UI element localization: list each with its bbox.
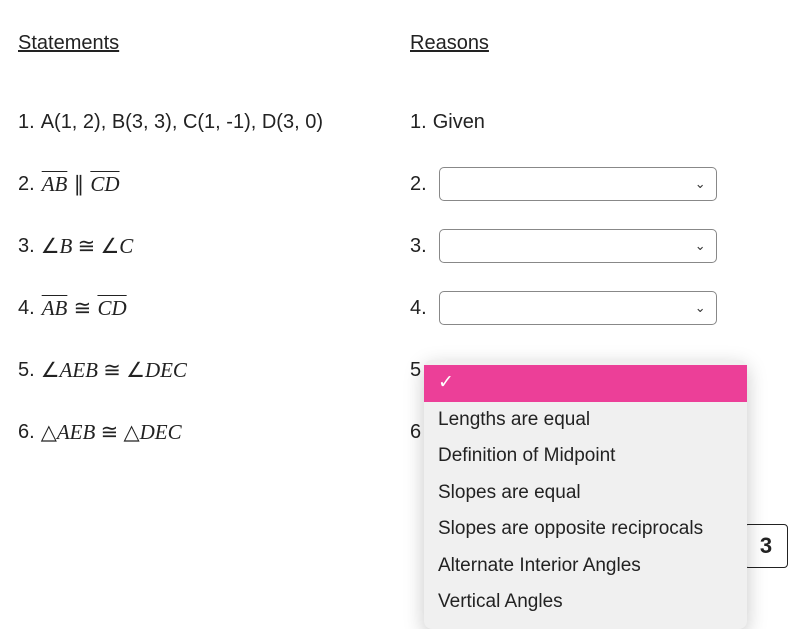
stmt-num-3: 3. bbox=[18, 235, 35, 258]
statement-row-6: 6. △AEB ≅ △DEC bbox=[18, 401, 410, 463]
statement-row-3: 3. ∠B ≅ ∠C bbox=[18, 215, 410, 277]
chevron-down-icon: ⌄ bbox=[695, 300, 706, 316]
reason-row-1: 1. Given bbox=[410, 91, 782, 153]
reason-num-6: 6 bbox=[410, 421, 421, 444]
stmt-math-4: AB ≅ CD bbox=[41, 296, 128, 321]
reasons-header: Reasons bbox=[410, 32, 782, 55]
reason-row-2: 2. ⌄ bbox=[410, 153, 782, 215]
statement-row-1: 1. A(1, 2), B(3, 3), C(1, -1), D(3, 0) bbox=[18, 91, 410, 153]
dropdown-option[interactable]: Alternate Interior Angles bbox=[424, 548, 747, 585]
stmt-num-5: 5. bbox=[18, 359, 35, 382]
check-icon: ✓ bbox=[438, 372, 454, 393]
reason-num-2: 2. bbox=[410, 173, 427, 196]
statements-header: Statements bbox=[18, 32, 410, 55]
stmt-math-3: ∠B ≅ ∠C bbox=[41, 234, 134, 259]
stmt-num-4: 4. bbox=[18, 297, 35, 320]
reason-select-3[interactable]: ⌄ bbox=[439, 229, 717, 263]
page-number-button[interactable]: 3 bbox=[744, 524, 788, 568]
dropdown-option[interactable]: Lengths are equal bbox=[424, 402, 747, 439]
reason-dropdown-open[interactable]: ✓ Lengths are equal Definition of Midpoi… bbox=[424, 360, 747, 629]
reason-num-5: 5 bbox=[410, 359, 421, 382]
stmt-num-6: 6. bbox=[18, 421, 35, 444]
reason-select-2[interactable]: ⌄ bbox=[439, 167, 717, 201]
reason-row-4: 4. ⌄ bbox=[410, 277, 782, 339]
stmt-num-2: 2. bbox=[18, 173, 35, 196]
chevron-down-icon: ⌄ bbox=[695, 238, 706, 254]
stmt-text-1: A(1, 2), B(3, 3), C(1, -1), D(3, 0) bbox=[41, 111, 323, 134]
reason-text-1: Given bbox=[433, 111, 485, 134]
dropdown-option[interactable]: Vertical Angles bbox=[424, 584, 747, 621]
dropdown-option[interactable]: Slopes are opposite reciprocals bbox=[424, 511, 747, 548]
statement-row-5: 5. ∠AEB ≅ ∠DEC bbox=[18, 339, 410, 401]
reason-num-4: 4. bbox=[410, 297, 427, 320]
reason-row-3: 3. ⌄ bbox=[410, 215, 782, 277]
stmt-num-1: 1. bbox=[18, 111, 35, 134]
statement-row-2: 2. AB ∥ CD bbox=[18, 153, 410, 215]
chevron-down-icon: ⌄ bbox=[695, 176, 706, 192]
stmt-math-5: ∠AEB ≅ ∠DEC bbox=[41, 358, 187, 383]
dropdown-option[interactable]: Slopes are equal bbox=[424, 475, 747, 512]
reason-num-3: 3. bbox=[410, 235, 427, 258]
reason-num-1: 1. bbox=[410, 111, 427, 134]
stmt-math-6: △AEB ≅ △DEC bbox=[41, 420, 182, 445]
dropdown-option-selected[interactable]: ✓ bbox=[424, 365, 747, 402]
stmt-math-2: AB ∥ CD bbox=[41, 172, 121, 197]
dropdown-option[interactable]: Definition of Midpoint bbox=[424, 438, 747, 475]
reason-select-4[interactable]: ⌄ bbox=[439, 291, 717, 325]
statement-row-4: 4. AB ≅ CD bbox=[18, 277, 410, 339]
